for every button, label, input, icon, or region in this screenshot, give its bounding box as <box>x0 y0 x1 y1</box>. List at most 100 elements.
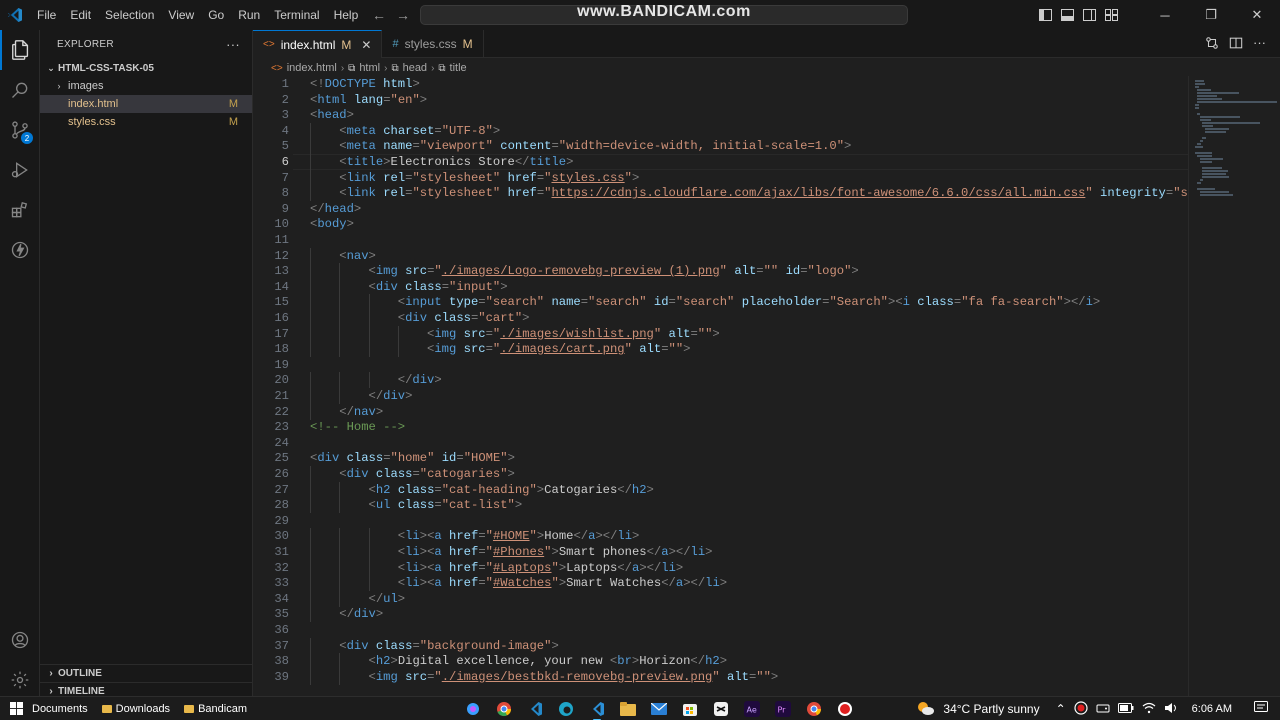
code-line[interactable]: 21 </div> <box>253 388 1188 404</box>
notifications-icon[interactable] <box>1254 701 1268 717</box>
compare-changes-icon[interactable] <box>1205 36 1219 55</box>
chevron-up-icon[interactable]: ⌃ <box>1056 702 1066 716</box>
code-line[interactable]: 34 </ul> <box>253 590 1188 607</box>
code-line[interactable]: 29 <box>253 513 1188 529</box>
code-line[interactable]: 16 <div class="cart"> <box>253 310 1188 326</box>
code-editor[interactable]: 1 <!DOCTYPE html> 2 <html lang="en"> 3 <head>… <box>253 76 1188 696</box>
code-line[interactable]: 2 <html lang="en"> <box>253 92 1188 108</box>
code-line[interactable]: 22 </nav> <box>253 403 1188 420</box>
battery-icon[interactable] <box>1117 702 1134 716</box>
taskbar-link-documents[interactable]: Documents <box>32 703 88 715</box>
toggle-primary-sidebar-icon[interactable] <box>1034 0 1056 30</box>
code-line[interactable]: 17 <img src="./images/wishlist.png" alt=… <box>253 325 1188 342</box>
forward-arrow-icon[interactable]: → <box>396 7 410 23</box>
menu-item-file[interactable]: File <box>30 0 63 30</box>
weather-icon[interactable] <box>915 700 935 719</box>
code-line[interactable]: 14 <div class="input"> <box>253 278 1188 295</box>
capcut-icon[interactable] <box>711 699 731 719</box>
close-window-button[interactable]: ✕ <box>1234 0 1280 30</box>
close-tab-icon[interactable]: ✕ <box>361 38 371 52</box>
code-line[interactable]: 12 <nav> <box>253 247 1188 264</box>
code-line[interactable]: 11 <box>253 232 1188 248</box>
toggle-panel-icon[interactable] <box>1056 0 1078 30</box>
minimap[interactable] <box>1188 76 1280 696</box>
code-line[interactable]: 32 <li><a href="#Laptops">Laptops</a></l… <box>253 559 1188 576</box>
code-line[interactable]: 1 <!DOCTYPE html> <box>253 76 1188 92</box>
menu-item-edit[interactable]: Edit <box>63 0 98 30</box>
run-debug-icon[interactable] <box>0 150 40 190</box>
menu-item-run[interactable]: Run <box>231 0 267 30</box>
code-line[interactable]: 23 <!-- Home --> <box>253 419 1188 435</box>
menu-item-selection[interactable]: Selection <box>98 0 161 30</box>
code-line[interactable]: 25 <div class="home" id="HOME"> <box>253 450 1188 466</box>
after-effects-icon[interactable]: Ae <box>742 699 762 719</box>
drive-icon[interactable] <box>1096 702 1110 717</box>
back-arrow-icon[interactable]: ← <box>372 7 386 23</box>
code-line[interactable]: 39 <img src="./images/bestbkd-removebg-p… <box>253 668 1188 685</box>
code-line[interactable]: 38 <h2>Digital excellence, your new <br>… <box>253 653 1188 670</box>
code-line[interactable]: 31 <li><a href="#Phones">Smart phones</a… <box>253 544 1188 560</box>
customize-layout-icon[interactable] <box>1100 0 1122 30</box>
breadcrumb-item[interactable]: index.html <box>287 62 337 74</box>
code-line[interactable]: 4 <meta charset="UTF-8"> <box>253 122 1188 139</box>
code-line[interactable]: 33 <li><a href="#Watches">Smart Watches<… <box>253 575 1188 592</box>
maximize-button[interactable]: ❐ <box>1188 0 1234 30</box>
breadcrumb-item[interactable]: head <box>403 62 427 74</box>
minimize-button[interactable]: ─ <box>1142 0 1188 30</box>
code-line[interactable]: 8 <link rel="stylesheet" href="https://c… <box>253 185 1188 202</box>
more-actions-icon[interactable]: ··· <box>226 37 240 52</box>
copilot-icon[interactable] <box>0 230 40 270</box>
taskbar-link-downloads[interactable]: Downloads <box>101 703 170 715</box>
tree-item-images[interactable]: › images <box>40 77 252 95</box>
taskbar-link-bandicam[interactable]: Bandicam <box>184 703 247 715</box>
mail-icon[interactable] <box>649 699 669 719</box>
breadcrumb-item[interactable]: title <box>450 62 467 74</box>
code-line[interactable]: 15 <input type="search" name="search" id… <box>253 294 1188 311</box>
tab-index-html[interactable]: <> index.html M ✕ <box>253 30 383 58</box>
vscode-taskbar-icon[interactable] <box>525 699 545 719</box>
vscode-active-icon[interactable] <box>587 699 607 720</box>
code-line[interactable]: 13 <img src="./images/Logo-removebg-prev… <box>253 263 1188 280</box>
code-line[interactable]: 28 <ul class="cat-list"> <box>253 497 1188 514</box>
wifi-icon[interactable] <box>1142 702 1156 717</box>
bandicam-record-icon[interactable] <box>835 699 855 719</box>
code-line[interactable]: 19 <box>253 357 1188 373</box>
weather-text[interactable]: 34°C Partly sunny <box>943 702 1039 716</box>
code-line[interactable]: 20 </div> <box>253 372 1188 389</box>
record-indicator-icon[interactable] <box>1074 700 1088 718</box>
split-editor-icon[interactable] <box>1229 36 1243 55</box>
search-icon[interactable] <box>0 70 40 110</box>
store-icon[interactable] <box>680 699 700 719</box>
copilot-app-icon[interactable] <box>463 699 483 719</box>
menu-item-help[interactable]: Help <box>327 0 366 30</box>
outline-section[interactable]: › OUTLINE <box>40 664 253 682</box>
workspace-folder[interactable]: ⌄ HTML-CSS-TASK-05 <box>40 59 252 77</box>
toggle-secondary-sidebar-icon[interactable] <box>1078 0 1100 30</box>
premiere-icon[interactable]: Pr <box>773 699 793 719</box>
tree-item-styles-css[interactable]: styles.css M <box>40 113 252 131</box>
clock-time[interactable]: 6:06 AM <box>1192 703 1232 715</box>
menu-item-go[interactable]: Go <box>201 0 231 30</box>
breadcrumb-item[interactable]: html <box>359 62 380 74</box>
code-line[interactable]: 35 </div> <box>253 606 1188 623</box>
code-line[interactable]: 5 <meta name="viewport" content="width=d… <box>253 138 1188 155</box>
code-line[interactable]: 27 <h2 class="cat-heading">Catogaries</h… <box>253 481 1188 498</box>
tree-item-index-html[interactable]: index.html M <box>40 95 252 113</box>
code-line[interactable]: 30 <li><a href="#HOME">Home</a></li> <box>253 528 1188 545</box>
file-explorer-icon[interactable] <box>618 699 638 719</box>
code-line[interactable]: 36 <box>253 622 1188 638</box>
code-line[interactable]: 9 </head> <box>253 201 1188 217</box>
chrome-profile-icon[interactable] <box>804 699 824 719</box>
code-line[interactable]: 26 <div class="catogaries"> <box>253 466 1188 482</box>
edge-icon[interactable] <box>556 699 576 719</box>
code-line[interactable]: 10 <body> <box>253 216 1188 232</box>
manage-gear-icon[interactable] <box>0 660 40 700</box>
source-control-icon[interactable]: 2 <box>0 110 40 150</box>
code-line[interactable]: 24 <box>253 435 1188 451</box>
code-line[interactable]: 18 <img src="./images/cart.png" alt=""> <box>253 341 1188 358</box>
windows-start-icon[interactable] <box>0 702 32 715</box>
account-icon[interactable] <box>0 620 40 660</box>
menu-item-view[interactable]: View <box>161 0 201 30</box>
more-actions-icon[interactable]: ··· <box>1253 36 1266 55</box>
chrome-icon[interactable] <box>494 699 514 719</box>
